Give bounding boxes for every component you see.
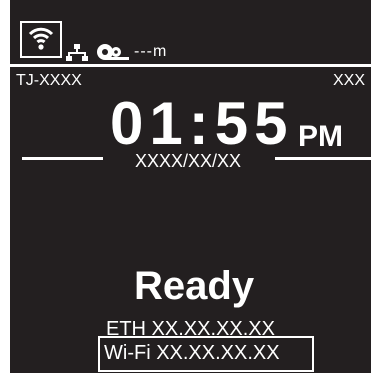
clock-time: 01:55 (110, 90, 294, 157)
status-divider (10, 64, 371, 67)
wired-network-icon (66, 44, 88, 61)
date-divider-right (275, 157, 371, 160)
wifi-signal-icon (28, 27, 54, 50)
header-right-code: XXX (332, 72, 365, 89)
clock-meridiem: PM (298, 120, 343, 153)
model-name: TJ-XXXX (16, 72, 82, 89)
tape-reel-icon (97, 44, 129, 60)
clock-date: XXXX/XX/XX (135, 151, 242, 171)
printer-lcd-screen: ---m TJ-XXXX XXX 01:55 PM XXXX/XX/XX Rea… (10, 0, 371, 373)
tape-remaining-value: ---m (134, 43, 168, 60)
date-divider-left (22, 157, 103, 160)
printer-status: Ready (134, 264, 255, 308)
wifi-address: Wi-Fi XX.XX.XX.XX (104, 342, 280, 364)
